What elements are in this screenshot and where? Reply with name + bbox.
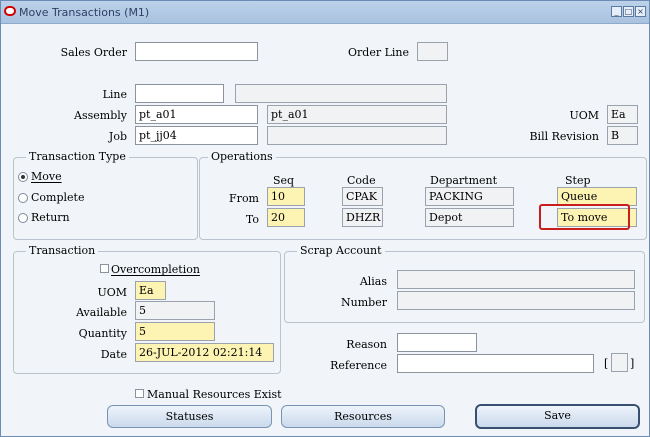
dff-close-bracket: ] bbox=[630, 357, 635, 370]
transaction-type-title: Transaction Type bbox=[26, 150, 129, 163]
line-field[interactable] bbox=[135, 84, 224, 103]
from-label: From bbox=[229, 192, 259, 205]
step-column-header: Step bbox=[565, 174, 591, 187]
order-line-field[interactable] bbox=[417, 42, 448, 61]
return-radio[interactable] bbox=[18, 213, 28, 223]
statuses-button[interactable]: Statuses bbox=[107, 405, 272, 428]
move-radio[interactable] bbox=[18, 172, 28, 182]
to-label: To bbox=[245, 213, 259, 226]
from-code-field: CPAK bbox=[342, 187, 383, 206]
transaction-uom-field[interactable]: Ea bbox=[135, 281, 166, 300]
save-button[interactable]: Save bbox=[475, 404, 640, 429]
line-description-field bbox=[235, 84, 447, 103]
reason-label: Reason bbox=[346, 338, 387, 351]
from-department-field: PACKING bbox=[425, 187, 514, 206]
resources-button[interactable]: Resources bbox=[281, 405, 445, 428]
overcompletion-label[interactable]: Overcompletion bbox=[111, 263, 200, 276]
sales-order-label: Sales Order bbox=[60, 46, 127, 59]
highlight-annotation bbox=[539, 204, 630, 230]
descriptive-flexfield[interactable] bbox=[611, 353, 628, 372]
date-field[interactable]: 26-JUL-2012 02:21:14 bbox=[135, 343, 274, 362]
transaction-title: Transaction bbox=[26, 244, 99, 257]
oracle-logo-icon bbox=[4, 6, 16, 16]
alias-label: Alias bbox=[359, 275, 387, 288]
number-field[interactable] bbox=[397, 291, 635, 310]
from-seq-field[interactable]: 10 bbox=[267, 187, 305, 206]
transaction-uom-label: UOM bbox=[97, 286, 127, 299]
job-field[interactable]: pt_jj04 bbox=[135, 126, 258, 145]
assembly-label: Assembly bbox=[74, 109, 127, 122]
move-transactions-window: Move Transactions (M1) _ □ × Sales Order… bbox=[0, 0, 650, 437]
job-description-field bbox=[267, 126, 447, 145]
department-column-header: Department bbox=[430, 174, 498, 187]
to-code-field: DHZR bbox=[342, 208, 383, 227]
quantity-label: Quantity bbox=[78, 327, 127, 340]
manual-resources-label: Manual Resources Exist bbox=[147, 388, 282, 401]
window-title: Move Transactions (M1) bbox=[19, 6, 150, 19]
complete-radio[interactable] bbox=[18, 193, 28, 203]
minimize-icon[interactable]: _ bbox=[611, 6, 622, 17]
to-seq-field[interactable]: 20 bbox=[267, 208, 305, 227]
uom-field: Ea bbox=[607, 105, 638, 124]
quantity-field[interactable]: 5 bbox=[135, 322, 215, 341]
number-label: Number bbox=[341, 296, 387, 309]
return-radio-label[interactable]: Return bbox=[31, 211, 70, 224]
assembly-description-field: pt_a01 bbox=[267, 105, 447, 124]
bill-revision-label: Bill Revision bbox=[529, 130, 599, 143]
scrap-account-title: Scrap Account bbox=[297, 244, 385, 257]
maximize-icon[interactable]: □ bbox=[623, 6, 634, 17]
available-field: 5 bbox=[135, 301, 215, 320]
date-label: Date bbox=[100, 348, 127, 361]
to-department-field: Depot bbox=[425, 208, 514, 227]
order-line-label: Order Line bbox=[348, 46, 409, 59]
complete-radio-label[interactable]: Complete bbox=[31, 191, 84, 204]
reference-label: Reference bbox=[330, 359, 387, 372]
line-label: Line bbox=[102, 88, 127, 101]
dff-open-bracket: [ bbox=[604, 357, 609, 370]
code-column-header: Code bbox=[347, 174, 376, 187]
manual-resources-checkbox bbox=[135, 389, 144, 398]
overcompletion-checkbox[interactable] bbox=[100, 264, 109, 273]
operations-title: Operations bbox=[208, 150, 276, 163]
assembly-field[interactable]: pt_a01 bbox=[135, 105, 258, 124]
uom-label: UOM bbox=[569, 109, 599, 122]
alias-field[interactable] bbox=[397, 270, 635, 289]
close-icon[interactable]: × bbox=[635, 6, 646, 17]
title-bar: Move Transactions (M1) _ □ × bbox=[1, 1, 649, 24]
move-radio-label[interactable]: Move bbox=[31, 170, 62, 183]
available-label: Available bbox=[76, 306, 127, 319]
reference-field[interactable] bbox=[397, 354, 594, 373]
reason-field[interactable] bbox=[397, 333, 477, 352]
seq-column-header: Seq bbox=[273, 174, 295, 187]
bill-revision-field: B bbox=[607, 126, 638, 145]
job-label: Job bbox=[108, 130, 127, 143]
sales-order-field[interactable] bbox=[135, 42, 258, 61]
